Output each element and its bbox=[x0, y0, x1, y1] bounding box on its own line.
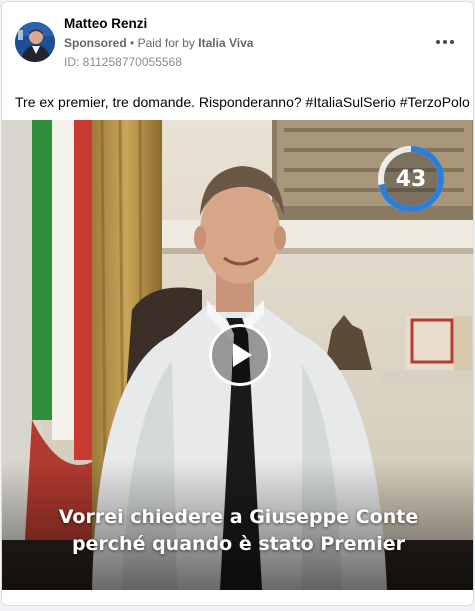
separator-dot: • bbox=[130, 36, 138, 50]
countdown-timer: 43 bbox=[376, 144, 446, 214]
more-options-icon[interactable] bbox=[433, 34, 457, 50]
play-icon bbox=[233, 343, 252, 367]
play-button[interactable] bbox=[209, 324, 271, 386]
subtitle-line-1: Vorrei chiedere a Giuseppe Conte bbox=[58, 506, 419, 528]
countdown-number: 43 bbox=[395, 166, 427, 192]
avatar[interactable] bbox=[15, 22, 55, 62]
advertiser-name[interactable]: Italia Viva bbox=[198, 36, 253, 50]
sponsored-label: Sponsored bbox=[64, 36, 127, 50]
paid-for-prefix: Paid for by bbox=[137, 36, 195, 50]
ad-id: ID: 811258770055568 bbox=[64, 55, 182, 69]
post-text: Tre ex premier, tre domande. Risponderan… bbox=[15, 94, 470, 110]
ad-post-card: Matteo Renzi Sponsored • Paid for by Ita… bbox=[1, 1, 474, 606]
subtitle-line-2: perché quando è stato Premier bbox=[71, 533, 406, 555]
video-player[interactable]: 43 Vorrei chiedere a Giuseppe Conte perc… bbox=[2, 120, 473, 590]
video-subtitle: Vorrei chiedere a Giuseppe Conte perché … bbox=[2, 504, 473, 558]
post-header: Matteo Renzi Sponsored • Paid for by Ita… bbox=[2, 2, 473, 82]
author-name[interactable]: Matteo Renzi bbox=[64, 16, 147, 31]
sponsorship-line: Sponsored • Paid for by Italia Viva bbox=[64, 36, 253, 50]
